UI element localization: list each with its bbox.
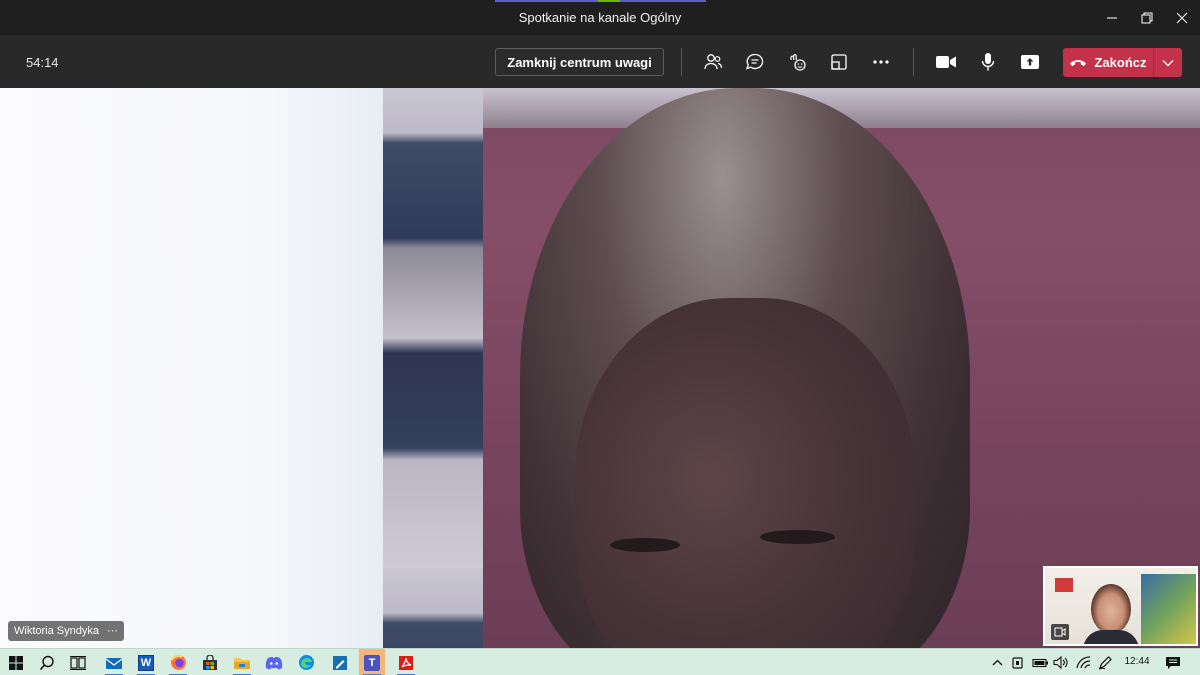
pen-workspace-button[interactable] xyxy=(1096,649,1114,675)
participant-name: Wiktoria Syndyka xyxy=(14,625,99,637)
windows-start-icon xyxy=(9,655,23,670)
taskbar-teams[interactable]: T xyxy=(359,649,385,675)
taskbar-search-button[interactable] xyxy=(34,649,60,675)
share-icon xyxy=(1021,55,1039,69)
mail-icon xyxy=(105,657,123,669)
rooms-icon xyxy=(831,54,847,70)
battery-icon xyxy=(1031,658,1048,667)
camera-icon xyxy=(936,56,956,68)
whiteboard-icon xyxy=(333,655,347,670)
end-call-options-button[interactable] xyxy=(1154,48,1182,77)
acrobat-icon xyxy=(399,655,413,670)
toolbar-divider xyxy=(913,48,914,76)
self-view-video[interactable] xyxy=(1043,566,1198,646)
volume-icon xyxy=(1053,656,1068,669)
video-background-window xyxy=(0,88,385,648)
file-explorer-icon xyxy=(234,658,250,669)
hang-up-icon xyxy=(1070,60,1087,67)
breakout-rooms-button[interactable] xyxy=(825,49,853,75)
chevron-up-icon xyxy=(992,659,1002,666)
action-center-button[interactable] xyxy=(1160,649,1186,675)
title-accent-highlight xyxy=(598,0,620,2)
meet-now-icon xyxy=(1012,656,1023,669)
microphone-icon xyxy=(981,53,995,71)
edge-icon xyxy=(298,655,314,670)
firefox-icon xyxy=(170,655,186,670)
end-call-label: Zakończ xyxy=(1094,55,1147,70)
window-title: Spotkanie na kanale Ogólny xyxy=(518,10,682,25)
taskbar-discord[interactable] xyxy=(261,649,287,675)
task-view-icon xyxy=(70,655,86,670)
teams-icon: T xyxy=(364,654,380,671)
notifications-icon xyxy=(1166,656,1180,669)
taskbar-firefox[interactable] xyxy=(165,649,191,675)
chat-icon xyxy=(745,53,764,70)
spotlight-video: Wiktoria Syndyka ··· xyxy=(0,88,1200,648)
windows-taskbar: W T 12:44 xyxy=(0,648,1200,675)
taskbar-store[interactable] xyxy=(197,649,223,675)
search-icon xyxy=(39,655,54,670)
meeting-timer: 54:14 xyxy=(26,55,59,70)
show-hidden-icons-button[interactable] xyxy=(988,649,1006,675)
minimize-button[interactable] xyxy=(1092,0,1132,35)
toolbar-divider xyxy=(681,48,682,76)
close-icon xyxy=(1176,12,1188,23)
participant-video-face xyxy=(575,298,915,648)
self-view-person-body xyxy=(1083,630,1139,644)
taskbar-word[interactable]: W xyxy=(133,649,159,675)
self-view-background-sign xyxy=(1055,578,1073,592)
end-call-button[interactable]: Zakończ xyxy=(1063,48,1182,77)
participant-more-options[interactable]: ··· xyxy=(107,625,118,637)
restore-button[interactable] xyxy=(1127,0,1167,35)
taskbar-file-explorer[interactable] xyxy=(229,649,255,675)
close-spotlight-button[interactable]: Zamknij centrum uwagi xyxy=(495,48,664,76)
battery-indicator[interactable] xyxy=(1030,649,1050,675)
participant-eye xyxy=(610,538,680,552)
participant-eye xyxy=(760,530,835,544)
video-background-curtain xyxy=(383,88,483,648)
store-icon xyxy=(203,654,217,670)
tray-device-button[interactable] xyxy=(1009,649,1027,675)
task-view-button[interactable] xyxy=(65,649,91,675)
reactions-button[interactable] xyxy=(783,49,811,75)
taskbar-mail[interactable] xyxy=(101,649,127,675)
minimize-icon xyxy=(1107,17,1117,18)
chevron-down-icon xyxy=(1162,59,1174,66)
participant-name-tag[interactable]: Wiktoria Syndyka ··· xyxy=(8,621,124,641)
reactions-icon xyxy=(790,54,806,71)
participants-icon xyxy=(704,54,723,70)
share-content-button[interactable] xyxy=(1016,49,1044,75)
taskbar-acrobat[interactable] xyxy=(393,649,419,675)
chat-button[interactable] xyxy=(741,49,769,75)
title-bar: Spotkanie na kanale Ogólny xyxy=(0,0,1200,35)
more-icon xyxy=(873,60,889,64)
word-icon: W xyxy=(138,654,154,671)
video-off-icon xyxy=(1054,627,1066,637)
more-actions-button[interactable] xyxy=(867,49,895,75)
volume-control[interactable] xyxy=(1052,649,1070,675)
end-call-main[interactable]: Zakończ xyxy=(1063,48,1153,77)
teams-meeting-window: Spotkanie na kanale Ogólny 54:14 Zamknij… xyxy=(0,0,1200,675)
network-indicator[interactable] xyxy=(1074,649,1092,675)
pen-icon xyxy=(1098,656,1112,670)
wifi-icon xyxy=(1075,656,1090,669)
close-window-button[interactable] xyxy=(1162,0,1200,35)
self-view-toggle-button[interactable] xyxy=(1051,624,1069,640)
start-button[interactable] xyxy=(3,649,29,675)
participants-button[interactable] xyxy=(699,49,727,75)
restore-icon xyxy=(1141,12,1153,23)
taskbar-whiteboard[interactable] xyxy=(327,649,353,675)
microphone-toggle-button[interactable] xyxy=(974,49,1002,75)
camera-toggle-button[interactable] xyxy=(932,49,960,75)
meeting-control-bar: 54:14 Zamknij centrum uwagi Zakończ xyxy=(0,35,1200,88)
self-view-background-poster xyxy=(1141,574,1196,644)
taskbar-clock[interactable]: 12:44 xyxy=(1118,656,1156,667)
discord-icon xyxy=(265,656,283,669)
taskbar-edge[interactable] xyxy=(293,649,319,675)
self-view-person xyxy=(1091,584,1131,634)
